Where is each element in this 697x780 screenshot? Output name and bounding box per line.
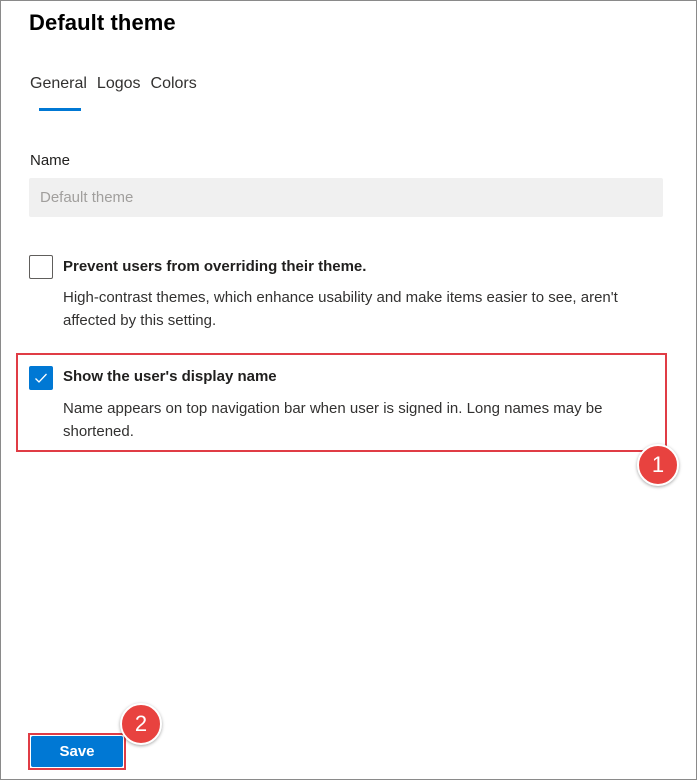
checkmark-icon (35, 373, 47, 383)
tab-bar: General Logos Colors (30, 75, 207, 111)
prevent-override-label: Prevent users from overriding their them… (63, 258, 367, 275)
callout-highlight-save: Save (28, 733, 126, 770)
prevent-override-checkbox[interactable] (29, 255, 53, 279)
show-display-name-label: Show the user's display name (63, 368, 277, 385)
tab-colors[interactable]: Colors (151, 75, 197, 111)
tab-logos[interactable]: Logos (97, 75, 141, 111)
callout-badge-1: 1 (637, 444, 679, 486)
callout-badge-2: 2 (120, 703, 162, 745)
name-input[interactable] (29, 178, 663, 217)
show-display-name-checkbox[interactable] (29, 366, 53, 390)
prevent-override-description: High-contrast themes, which enhance usab… (63, 289, 618, 329)
name-label: Name (30, 152, 71, 169)
save-button[interactable]: Save (31, 736, 123, 767)
page-title: Default theme (29, 10, 176, 35)
show-display-name-description: Name appears on top navigation bar when … (63, 400, 603, 440)
tab-general[interactable]: General (30, 75, 87, 111)
